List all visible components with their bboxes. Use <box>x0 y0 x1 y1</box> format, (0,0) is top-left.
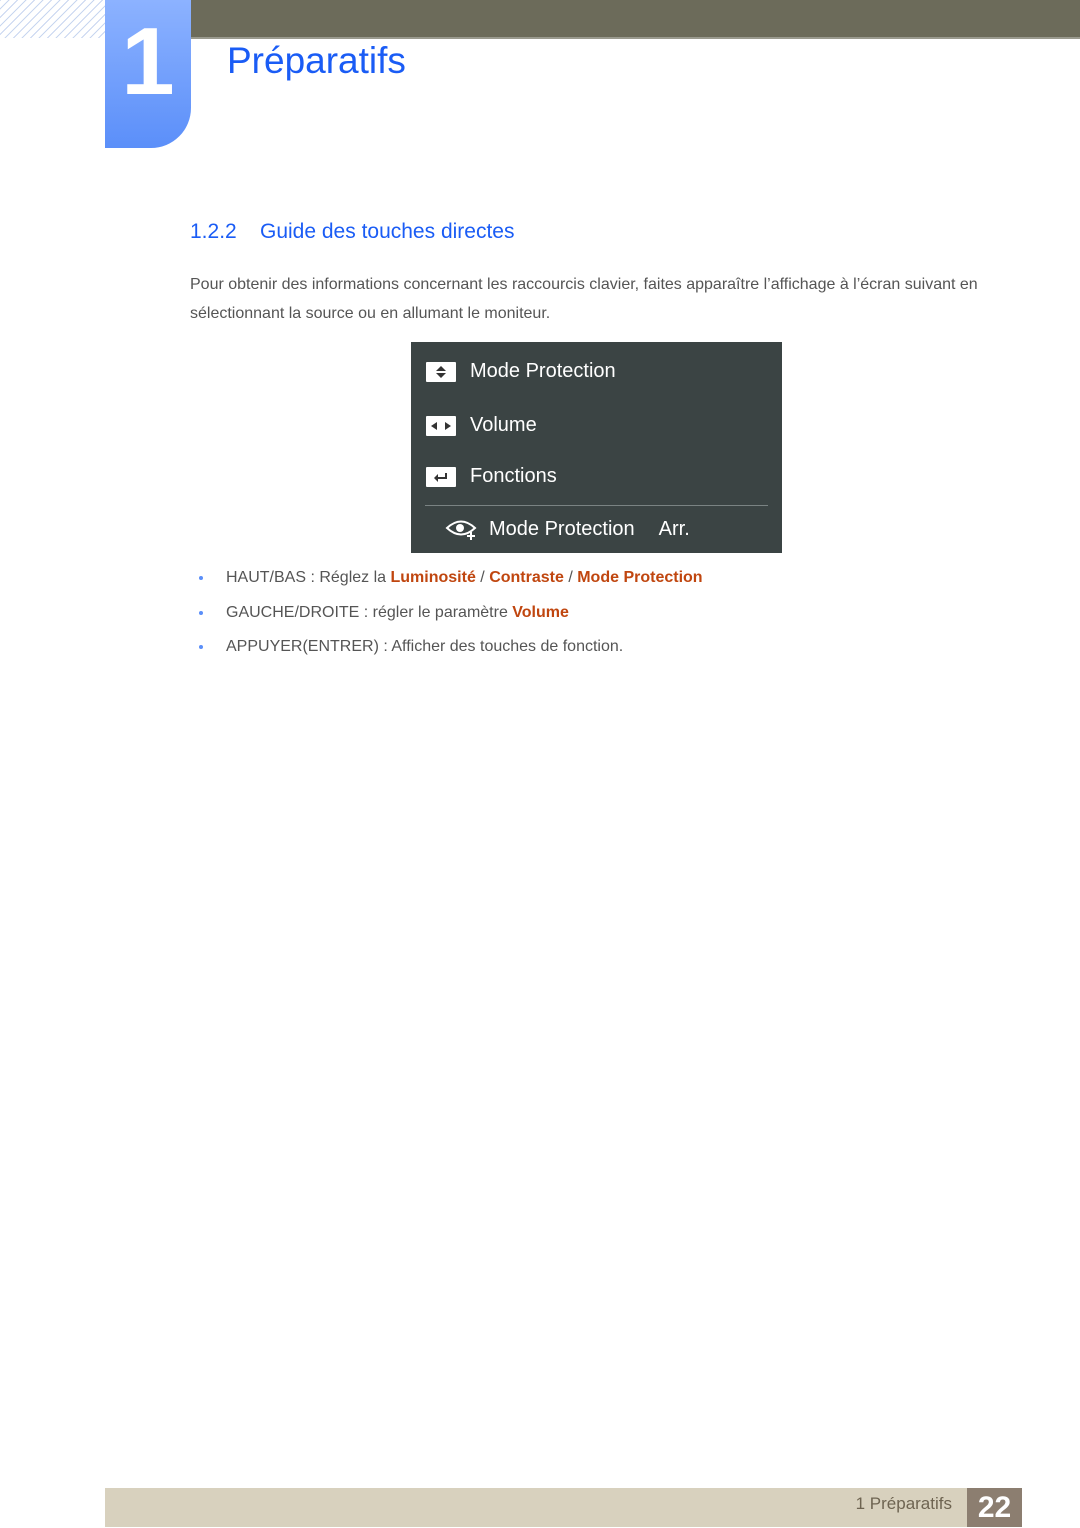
highlight-contraste: Contraste <box>489 569 564 586</box>
bullet-dot <box>199 610 203 615</box>
bullet-text: HAUT/BAS : Réglez la <box>226 569 391 586</box>
header-bar <box>190 0 1080 39</box>
corner-hatch-decoration <box>0 0 105 38</box>
bullet-text: GAUCHE/DROITE : régler le paramètre <box>226 603 513 621</box>
osd-row-label: Volume <box>470 414 537 436</box>
osd-menu: Mode Protection Volume Fonctions Mode Pr… <box>411 342 782 553</box>
bullet-list: HAUT/BAS : Réglez la Luminosité / Contra… <box>190 566 703 670</box>
osd-divider <box>425 505 768 506</box>
section-title: Guide des touches directes <box>260 220 515 243</box>
osd-status-row: Mode Protection Arr. <box>445 517 690 541</box>
eye-protection-icon <box>445 517 479 541</box>
bullet-text: APPUYER(ENTRER) : Afficher des touches d… <box>226 638 624 655</box>
osd-row-fonctions: Fonctions <box>426 465 557 488</box>
up-down-key-icon <box>426 361 456 382</box>
chapter-title: Préparatifs <box>227 40 406 81</box>
enter-key-icon <box>426 466 456 487</box>
highlight-mode-protection: Mode Protection <box>577 569 703 586</box>
separator: / <box>563 569 578 586</box>
bullet-dot <box>199 645 203 649</box>
osd-status-value: Arr. <box>658 517 690 540</box>
bullet-dot <box>199 576 203 580</box>
section-number: 1.2.2 <box>190 220 237 243</box>
section-heading: 1.2.2 Guide des touches directes <box>190 220 514 244</box>
osd-row-label: Mode Protection <box>470 360 616 382</box>
osd-row-label: Fonctions <box>470 465 557 487</box>
footer-chapter-label: 1 Préparatifs <box>855 1494 952 1513</box>
list-item: HAUT/BAS : Réglez la Luminosité / Contra… <box>190 566 703 601</box>
highlight-volume: Volume <box>512 603 569 621</box>
page-number: 22 <box>967 1488 1022 1527</box>
highlight-luminosite: Luminosité <box>390 569 476 586</box>
intro-paragraph: Pour obtenir des informations concernant… <box>190 276 978 322</box>
list-item: GAUCHE/DROITE : régler le paramètre Volu… <box>190 601 703 636</box>
list-item: APPUYER(ENTRER) : Afficher des touches d… <box>190 635 703 670</box>
osd-status-label: Mode Protection <box>489 517 635 540</box>
chapter-badge: 1 <box>105 0 191 148</box>
osd-row-volume: Volume <box>426 414 537 437</box>
chapter-number: 1 <box>121 8 175 115</box>
left-right-key-icon <box>426 415 456 436</box>
osd-row-mode-protection: Mode Protection <box>426 360 616 383</box>
separator: / <box>475 569 490 586</box>
